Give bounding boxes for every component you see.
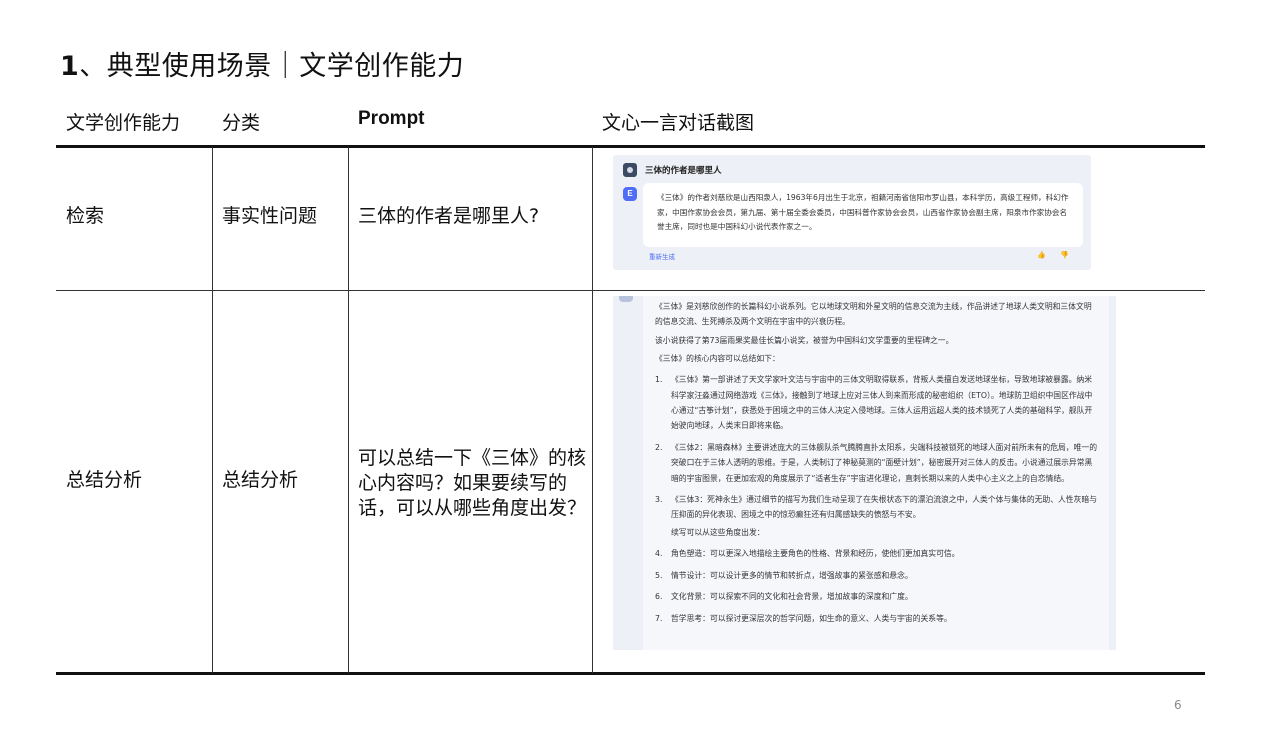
- user-question: 三体的作者是哪里人: [645, 166, 722, 176]
- bot-avatar-icon: [619, 296, 633, 302]
- bot-avatar-icon: E: [623, 187, 637, 201]
- header-prompt: Prompt: [358, 108, 425, 129]
- table-bottom-rule: [56, 672, 1205, 675]
- list-item: 6. 文化背景：可以探索不同的文化和社会背景，增加故事的深度和广度。: [655, 592, 913, 602]
- row1-category: 事实性问题: [222, 205, 318, 227]
- header-ability: 文学创作能力: [66, 112, 181, 134]
- table-row-divider: [56, 290, 1205, 291]
- list-item: 7. 哲学思考：可以探讨更深层次的哲学问题，如生命的意义、人类与宇宙的关系等。: [655, 613, 952, 623]
- bot-answer: 《三体》是刘慈欣创作的长篇科幻小说系列。它以地球文明和外星文明的信息交流为主线，…: [643, 296, 1109, 650]
- list-item: 5. 情节设计：可以设计更多的情节和转折点，增强故事的紧张感和悬念。: [655, 570, 913, 580]
- slide-title: 1、典型使用场景｜文学创作能力: [60, 44, 464, 83]
- list-item: 4. 角色塑造：可以更深入地描绘主要角色的性格、背景和经历，使他们更加真实可信。: [655, 549, 960, 559]
- page-number: 6: [1174, 698, 1182, 712]
- header-category: 分类: [222, 112, 261, 134]
- slide-title-number: 1: [60, 51, 80, 82]
- user-question-row: 三体的作者是哪里人: [623, 163, 722, 177]
- row2-prompt: 可以总结一下《三体》的核心内容吗？如果要续写的话，可以从哪些角度出发？: [358, 447, 587, 519]
- row2-ability: 总结分析: [66, 469, 143, 491]
- list-item: 3. 《三体3：死神永生》通过细节的描写为我们生动呈现了在失根状态下的漂泊流浪之中…: [655, 495, 1097, 520]
- slide-title-text: 、典型使用场景｜文学创作能力: [79, 51, 465, 82]
- header-screenshot: 文心一言对话截图: [602, 112, 755, 134]
- feedback-icons[interactable]: 👍 👎: [1037, 251, 1075, 259]
- continuation-list: 4. 角色塑造：可以更深入地描绘主要角色的性格、背景和经历，使他们更加真实可信。 …: [655, 546, 1097, 626]
- column-divider: [212, 147, 213, 673]
- row1-prompt: 三体的作者是哪里人?: [358, 205, 540, 227]
- bot-answer: 《三体》的作者刘慈欣是山西阳泉人，1963年6月出生于北京，祖籍河南省信阳市罗山…: [643, 183, 1083, 247]
- answer-paragraph: 该小说获得了第73届雨果奖最佳长篇小说奖，被誉为中国科幻文学重要的里程碑之一。: [655, 335, 954, 345]
- table-header-row: 文学创作能力 分类 Prompt 文心一言对话截图: [56, 104, 1205, 146]
- continue-label: 续写可以从这些角度出发：: [671, 527, 765, 537]
- table-top-rule: [56, 145, 1205, 148]
- list-item: 2. 《三体2：黑暗森林》主要讲述庞大的三体舰队杀气腾腾直扑太阳系，尖端科技被锁死…: [655, 442, 1097, 483]
- column-divider: [592, 147, 593, 673]
- list-item: 1. 《三体》第一部讲述了天文学家叶文洁与宇宙中的三体文明取得联系，背叛人类擅自发…: [655, 375, 1093, 431]
- user-avatar-icon: [623, 163, 637, 177]
- row2-category: 总结分析: [222, 469, 299, 491]
- answer-paragraph: 《三体》的核心内容可以总结如下：: [655, 353, 780, 363]
- column-divider: [348, 147, 349, 673]
- answer-paragraph: 《三体》是刘慈欣创作的长篇科幻小说系列。它以地球文明和外星文明的信息交流为主线，…: [655, 302, 1092, 327]
- summary-list: 1. 《三体》第一部讲述了天文学家叶文洁与宇宙中的三体文明取得联系，背叛人类擅自发…: [655, 372, 1097, 523]
- regenerate-link[interactable]: 重新生成: [649, 251, 675, 261]
- ernie-screenshot-1: 三体的作者是哪里人 E 《三体》的作者刘慈欣是山西阳泉人，1963年6月出生于北…: [613, 155, 1091, 270]
- ernie-screenshot-2: 《三体》是刘慈欣创作的长篇科幻小说系列。它以地球文明和外星文明的信息交流为主线，…: [613, 296, 1116, 650]
- row1-ability: 检索: [66, 205, 105, 227]
